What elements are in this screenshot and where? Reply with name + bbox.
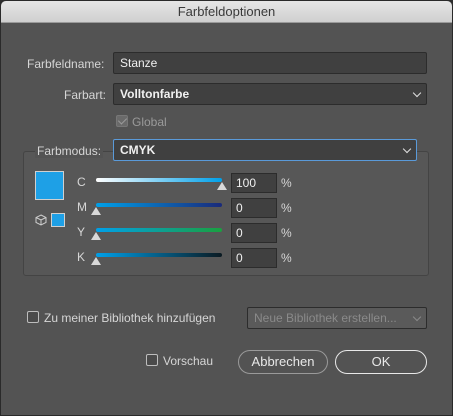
channel-slider-track[interactable] (96, 203, 222, 207)
slider-thumb[interactable] (91, 257, 101, 265)
percent-unit: % (281, 201, 292, 215)
color-mode-label: Farbmodus: (35, 144, 104, 158)
channel-value-input[interactable]: 100 (231, 173, 277, 193)
ok-button[interactable]: OK (335, 350, 427, 374)
gamut-swatch[interactable] (51, 213, 65, 227)
preview-label: Vorschau (163, 354, 214, 368)
chevron-down-icon (402, 144, 412, 154)
global-label: Global (132, 115, 167, 129)
color-mode-select[interactable]: CMYK (113, 139, 417, 161)
preview-checkbox[interactable] (146, 354, 158, 366)
channel-label: C (77, 175, 86, 189)
percent-unit: % (281, 176, 292, 190)
swatch-name-label: Farbfeldname: (27, 57, 105, 71)
color-type-select[interactable]: Volltonfarbe (113, 83, 427, 105)
library-select-value: Neue Bibliothek erstellen... (254, 311, 397, 325)
channel-slider-track[interactable] (96, 178, 222, 182)
swatch-options-dialog: Farbfeldoptionen Farbfeldname: Stanze Fa… (0, 0, 453, 416)
channel-value-input[interactable]: 0 (231, 248, 277, 268)
add-to-library-label: Zu meiner Bibliothek hinzufügen (44, 311, 216, 325)
channel-label: M (77, 200, 87, 214)
color-type-label: Farbart: (64, 88, 107, 102)
cube-icon (35, 214, 47, 226)
slider-thumb[interactable] (91, 207, 101, 215)
color-preview-swatch (35, 171, 64, 200)
channel-value-input[interactable]: 0 (231, 198, 277, 218)
percent-unit: % (281, 251, 292, 265)
channel-slider-track[interactable] (96, 253, 222, 257)
swatch-name-input[interactable]: Stanze (113, 52, 427, 74)
channel-value-input[interactable]: 0 (231, 223, 277, 243)
channel-label: K (77, 250, 86, 264)
channel-label: Y (77, 225, 86, 239)
percent-unit: % (281, 226, 292, 240)
library-select[interactable]: Neue Bibliothek erstellen... (247, 307, 427, 329)
channel-slider-track[interactable] (96, 228, 222, 232)
color-mode-value: CMYK (120, 143, 156, 157)
slider-thumb[interactable] (91, 232, 101, 240)
add-to-library-checkbox[interactable] (27, 311, 39, 323)
dialog-title: Farbfeldoptionen (1, 1, 452, 23)
chevron-down-icon (412, 312, 422, 322)
slider-thumb[interactable] (217, 182, 227, 190)
color-type-value: Volltonfarbe (120, 87, 190, 101)
chevron-down-icon (412, 88, 422, 98)
cancel-button[interactable]: Abbrechen (238, 350, 328, 374)
global-checkbox[interactable] (116, 115, 128, 127)
